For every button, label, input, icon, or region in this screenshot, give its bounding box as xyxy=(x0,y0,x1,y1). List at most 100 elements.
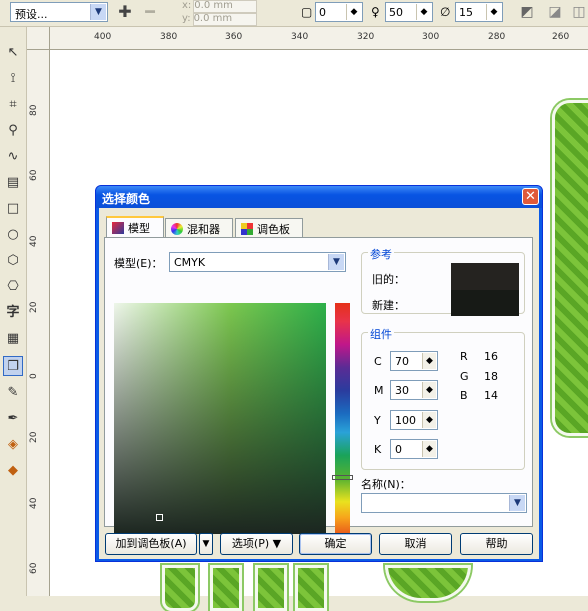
crop-tool-icon[interactable]: ⌗ xyxy=(3,95,23,115)
artwork-shape[interactable] xyxy=(255,565,287,611)
y-value[interactable]: 0.0 mm xyxy=(192,13,257,26)
pick-tool-icon[interactable]: ↖ xyxy=(3,43,23,63)
preset-select[interactable]: 预设... ▼ xyxy=(10,2,108,22)
table-tool-icon[interactable]: ▦ xyxy=(3,329,23,349)
eyedropper-tool-icon[interactable]: ✎ xyxy=(3,383,23,403)
ok-button[interactable]: 确定 xyxy=(299,533,372,555)
ellipse-tool-icon[interactable]: ○ xyxy=(3,225,23,245)
feather-direction-icon[interactable]: ◩ xyxy=(518,3,536,21)
color-picker-field[interactable] xyxy=(114,303,326,534)
magenta-value: 30 xyxy=(395,384,409,397)
palette-icon xyxy=(241,223,253,235)
tab-model[interactable]: 模型 xyxy=(106,216,164,238)
freehand-tool-icon[interactable]: ∿ xyxy=(3,147,23,167)
ruler-label: 0 xyxy=(29,373,39,379)
spinner-icon[interactable]: ◆ xyxy=(486,4,501,20)
opacity-icon: ♀ xyxy=(371,5,380,19)
picker-marker[interactable] xyxy=(156,514,163,521)
artwork-shape[interactable] xyxy=(210,565,242,611)
artwork-shape[interactable] xyxy=(162,565,198,611)
preset-value: 预设... xyxy=(15,8,48,21)
zoom-tool-icon[interactable]: ⚲ xyxy=(3,121,23,141)
ruler-label: 40 xyxy=(29,235,39,247)
shadow-angle-field[interactable]: 0 ◆ xyxy=(315,2,363,22)
shape-tool-icon[interactable]: ⟟ xyxy=(3,69,23,89)
polygon-tool-icon[interactable]: ⬡ xyxy=(3,251,23,271)
shadow-opacity-field[interactable]: 50 ◆ xyxy=(385,2,433,22)
tab-palette[interactable]: 调色板 xyxy=(235,218,303,237)
new-color-label: 新建： xyxy=(372,299,405,312)
outline-tool-icon[interactable]: ✒ xyxy=(3,409,23,429)
rectangle-tool-icon[interactable]: □ xyxy=(3,199,23,219)
fill-tool-icon[interactable]: ◈ xyxy=(3,435,23,455)
tab-mixer[interactable]: 混和器 xyxy=(165,218,233,237)
help-button[interactable]: 帮助 xyxy=(460,533,533,555)
add-palette-dropdown-icon[interactable]: ▼ xyxy=(199,533,213,555)
chevron-down-icon[interactable]: ▼ xyxy=(509,495,525,511)
y-label: y: xyxy=(182,13,191,24)
name-label: 名称(N)： xyxy=(361,478,411,491)
mixer-icon xyxy=(171,223,183,235)
horizontal-ruler[interactable]: 400 380 360 340 320 300 280 260 xyxy=(27,27,588,50)
ruler-label: 280 xyxy=(488,32,506,42)
basic-shapes-icon[interactable]: ⎔ xyxy=(3,277,23,297)
dialog-body: 模型 混和器 调色板 模型(E)： CMYK ▼ 参考 旧的： 新建： 组件 C… xyxy=(99,208,539,559)
cyan-field[interactable]: 70 ◆ xyxy=(390,351,438,371)
chevron-down-icon[interactable]: ▼ xyxy=(328,254,344,270)
k-label: K xyxy=(374,443,382,456)
text-tool-icon[interactable]: 字 xyxy=(3,303,23,323)
spinner-icon[interactable]: ◆ xyxy=(422,382,436,398)
tab-label: 混和器 xyxy=(187,223,220,236)
smart-fill-icon[interactable]: ▤ xyxy=(3,173,23,193)
spinner-icon[interactable]: ◆ xyxy=(346,4,361,20)
new-color-swatch xyxy=(451,290,519,316)
artwork-shape[interactable] xyxy=(552,100,588,436)
vertical-ruler[interactable]: 80 60 40 20 0 20 40 60 xyxy=(27,49,50,596)
x-label: x: xyxy=(182,0,192,11)
yellow-value: 100 xyxy=(395,414,416,427)
shadow-feather-field[interactable]: 15 ◆ xyxy=(455,2,503,22)
magenta-field[interactable]: 30 ◆ xyxy=(390,380,438,400)
spinner-icon[interactable]: ◆ xyxy=(422,441,436,457)
feather-edges-icon[interactable]: ◪ xyxy=(546,3,564,21)
chevron-down-icon: ▼ xyxy=(272,537,282,550)
model-select[interactable]: CMYK ▼ xyxy=(169,252,346,272)
x-value[interactable]: 0.0 mm xyxy=(193,0,258,13)
cancel-button[interactable]: 取消 xyxy=(379,533,452,555)
color-name-select[interactable]: ▼ xyxy=(361,493,527,513)
dialog-title: 选择颜色 xyxy=(102,192,151,206)
spinner-icon[interactable]: ◆ xyxy=(416,4,431,20)
add-preset-icon[interactable]: ✚ xyxy=(116,3,134,21)
dialog-titlebar[interactable]: 选择颜色 ✕ xyxy=(96,186,542,208)
ruler-origin[interactable] xyxy=(27,27,50,50)
ruler-label: 40 xyxy=(29,497,39,509)
shadow-offset-icon: ▢ xyxy=(301,5,313,19)
y-position-field[interactable]: y: 0.0 mm xyxy=(182,13,257,26)
spinner-icon[interactable]: ◆ xyxy=(422,353,436,369)
chevron-down-icon[interactable]: ▼ xyxy=(90,4,106,20)
y-label: Y xyxy=(374,414,381,427)
spinner-icon[interactable]: ◆ xyxy=(422,412,436,428)
components-group: 组件 C 70 ◆ M 30 ◆ Y 100 ◆ K 0 ◆ R 16 G 18 B 1… xyxy=(361,326,525,470)
hue-slider[interactable] xyxy=(335,303,350,534)
old-color-swatch xyxy=(451,263,519,290)
shadow-tool-icon[interactable]: ❐ xyxy=(3,356,23,376)
close-icon[interactable]: ✕ xyxy=(522,188,539,205)
ruler-label: 260 xyxy=(552,32,570,42)
ruler-label: 300 xyxy=(422,32,440,42)
b-label: B xyxy=(460,389,468,402)
hue-marker[interactable] xyxy=(332,475,353,480)
shadow-color-icon[interactable]: ◫ xyxy=(570,3,588,21)
interactive-fill-icon[interactable]: ◆ xyxy=(3,461,23,481)
feather-icon: ∅ xyxy=(440,5,451,19)
options-button[interactable]: 选项(P) ▼ xyxy=(220,533,293,555)
yellow-field[interactable]: 100 ◆ xyxy=(390,410,438,430)
x-position-field[interactable]: x: 0.0 mm xyxy=(182,0,258,13)
cyan-value: 70 xyxy=(395,355,409,368)
remove-preset-icon[interactable]: ━ xyxy=(141,3,159,21)
black-field[interactable]: 0 ◆ xyxy=(390,439,438,459)
tab-label: 模型 xyxy=(128,222,150,235)
artwork-shape[interactable] xyxy=(295,565,327,611)
add-to-palette-button[interactable]: 加到调色板(A) xyxy=(105,533,197,555)
model-value: CMYK xyxy=(174,256,206,269)
